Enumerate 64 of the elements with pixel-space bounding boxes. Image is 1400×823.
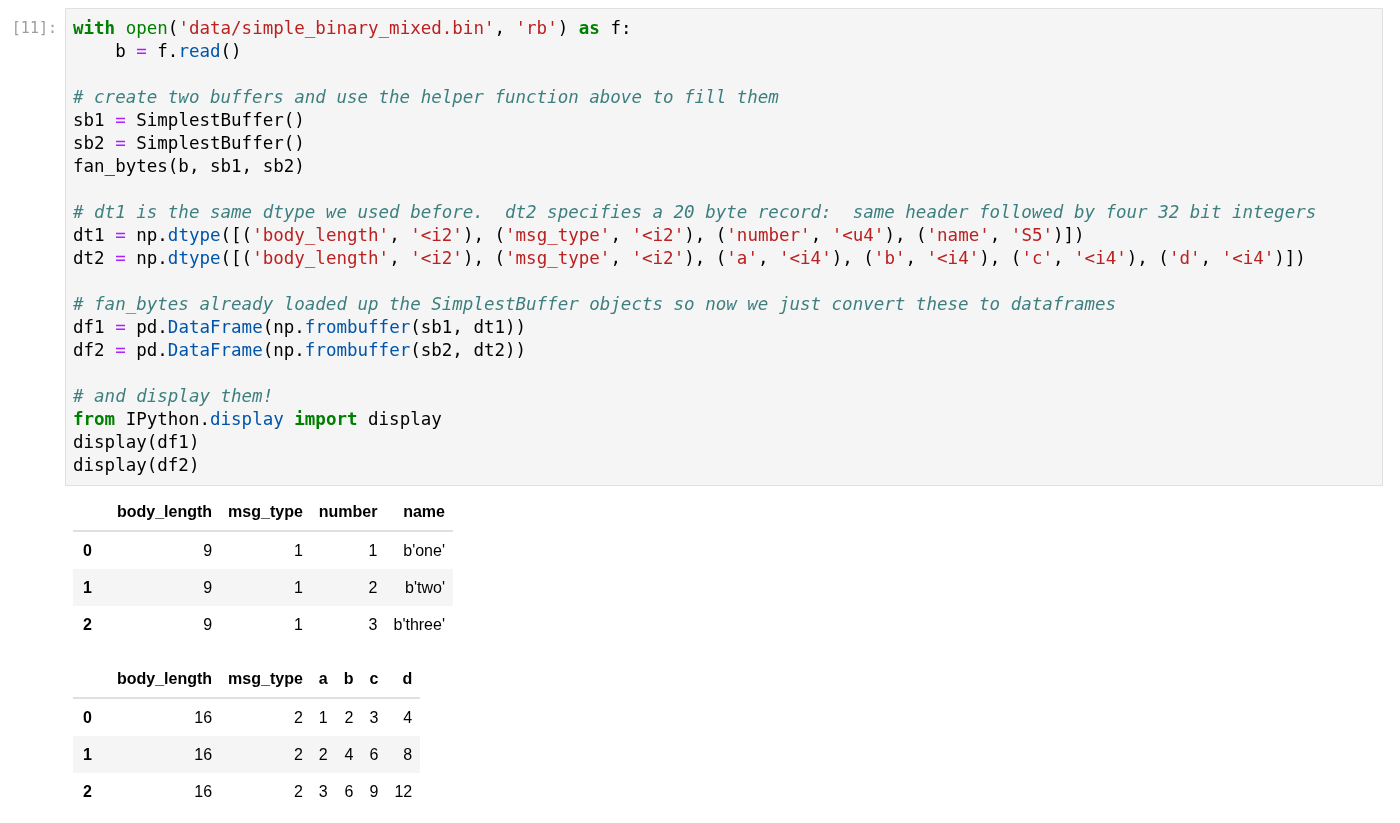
column-header: msg_type [220,494,311,531]
code-comment: # create two buffers and use the helper function above to fill them [73,86,779,109]
code-line: from IPython.display import display [73,408,442,431]
table-cell: 4 [386,698,421,736]
table-cell: 6 [335,773,362,810]
row-index: 1 [73,569,109,606]
table-cell: b'three' [385,606,453,643]
table-cell: 2 [220,698,311,736]
column-header: body_length [109,661,221,698]
column-header: name [385,494,453,531]
table-cell: 3 [361,698,387,736]
table-cell: 2 [220,736,311,773]
table-cell: 9 [109,606,221,643]
table-cell: 6 [361,736,387,773]
column-header: number [310,494,386,531]
table-cell: 9 [109,531,221,569]
row-index: 2 [73,606,109,643]
table-cell: 2 [335,698,362,736]
table-cell: 1 [310,698,336,736]
row-index: 0 [73,698,109,736]
column-header: d [386,661,421,698]
table-cell: 16 [109,773,221,810]
table-cell: 16 [109,698,221,736]
column-header: c [361,661,387,698]
table-cell: 9 [361,773,387,810]
code-comment: # dt1 is the same dtype we used before. dt2 specifies a 20 byte record: same header followed by four 32 bit integers [73,201,1317,224]
code-line: display(df1) [73,431,200,454]
table-cell: 3 [310,773,336,810]
table-cell: 3 [310,606,386,643]
column-header: body_length [109,494,221,531]
table-cell: 4 [335,736,362,773]
table-cell: 1 [310,531,386,569]
code-line: dt1 = np.dtype([('body_length', '<i2'), ('msg_type', '<i2'), ('number', '<u4'), ('name', 'S5')]) [73,224,1085,247]
table-cell: 1 [220,531,311,569]
table-cell: 12 [386,773,421,810]
code-line: fan_bytes(b, sb1, sb2) [73,155,305,178]
row-index: 0 [73,531,109,569]
code-line: with open('data/simple_binary_mixed.bin', 'rb') as f: [73,17,632,40]
table-cell: 2 [220,773,311,810]
table-cell: 2 [310,736,336,773]
code-line: display(df2) [73,454,200,477]
column-header: msg_type [220,661,311,698]
code-line: df1 = pd.DataFrame(np.frombuffer(sb1, dt1)) [73,316,527,339]
code-line: df2 = pd.DataFrame(np.frombuffer(sb2, dt2)) [73,339,527,362]
table-cell: b'two' [385,569,453,606]
table-cell: 8 [386,736,421,773]
column-header: a [310,661,336,698]
code-line: sb2 = SimplestBuffer() [73,132,305,155]
table-cell: 1 [220,569,311,606]
table-cell: 16 [109,736,221,773]
code-line: dt2 = np.dtype([('body_length', '<i2'), ('msg_type', '<i2'), ('a', '<i4'), ('b', '<i4'), ('c', '<i4'), ('d', '<i4')]) [73,247,1306,270]
code-cell[interactable] [65,8,1383,486]
row-index: 2 [73,773,109,810]
code-comment: # fan_bytes already loaded up the SimplestBuffer objects so now we just convert these to dataframes [73,293,1117,316]
code-comment: # and display them! [73,385,274,408]
table-cell: b'one' [385,531,453,569]
table-cell: 9 [109,569,221,606]
cell-prompt: [11]: [10,18,58,37]
table-cell: 1 [220,606,311,643]
column-header: b [335,661,362,698]
code-line: sb1 = SimplestBuffer() [73,109,305,132]
code-line: b = f.read() [114,40,242,63]
row-index: 1 [73,736,109,773]
table-cell: 2 [310,569,386,606]
